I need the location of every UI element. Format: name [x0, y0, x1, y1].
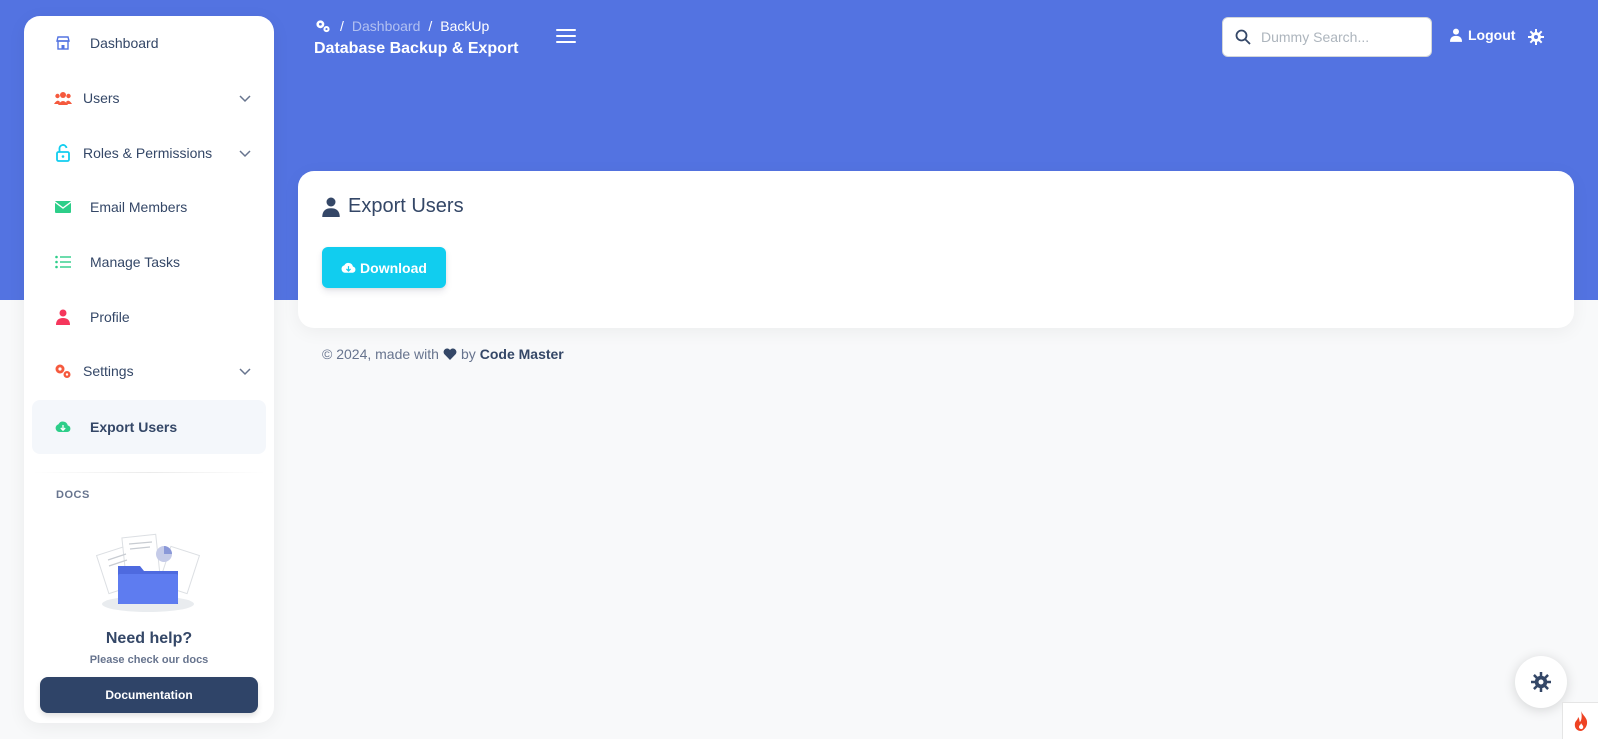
sidebar-item-export-users[interactable]: Export Users: [32, 400, 266, 454]
cogs-icon: [54, 362, 72, 380]
sidebar-item-label: Email Members: [90, 199, 188, 215]
sidebar-item-email-members[interactable]: Email Members: [32, 180, 266, 234]
export-users-card: Export Users Download: [298, 171, 1574, 328]
help-subtitle: Please check our docs: [89, 654, 209, 666]
search-icon: [1235, 29, 1251, 45]
help-title: Need help?: [105, 630, 193, 647]
breadcrumb-separator: /: [340, 18, 344, 34]
configurator-button[interactable]: [1515, 656, 1567, 708]
sidebar-item-profile[interactable]: Profile: [32, 290, 266, 344]
download-button-label: Download: [360, 259, 427, 276]
sidebar-item-label: Manage Tasks: [90, 254, 181, 270]
gear-icon[interactable]: [1528, 29, 1544, 45]
cloud-download-icon: [341, 262, 356, 273]
footer: © 2024, made with by Code Master: [322, 346, 564, 362]
user-icon: [1450, 28, 1462, 42]
sidebar-item-settings[interactable]: Settings: [32, 344, 266, 398]
footer-by: by: [460, 346, 476, 362]
hamburger-menu-icon[interactable]: [556, 29, 576, 45]
breadcrumb-current: BackUp: [440, 18, 490, 34]
sidebar-divider: [32, 472, 266, 473]
heart-icon: [443, 348, 457, 360]
sidebar-item-label: Roles & Permissions: [83, 145, 213, 161]
card-title: Export Users: [322, 195, 464, 218]
sidebar-item-users[interactable]: Users: [32, 71, 266, 125]
sidebar-item-label: Settings: [83, 363, 134, 379]
download-button[interactable]: Download: [322, 247, 446, 288]
breadcrumb-separator: /: [428, 18, 433, 34]
footer-author-link[interactable]: Code Master: [480, 346, 564, 362]
chevron-down-icon: [239, 368, 251, 376]
shop-icon: [54, 34, 72, 52]
sidebar-item-label: Dashboard: [90, 35, 159, 51]
codeigniter-flame-icon[interactable]: [1562, 702, 1598, 739]
card-title-text: Export Users: [348, 195, 464, 217]
documentation-button[interactable]: Documentation: [40, 677, 258, 713]
unlock-icon: [54, 144, 72, 162]
cogs-icon: [316, 20, 330, 33]
search-input[interactable]: [1261, 29, 1421, 45]
folder-documents-illustration: [95, 533, 201, 612]
docs-heading: DOCS: [56, 489, 90, 501]
logout-link[interactable]: Logout: [1450, 27, 1515, 43]
logout-label: Logout: [1468, 27, 1516, 43]
chevron-down-icon: [239, 150, 251, 158]
user-icon: [322, 197, 340, 217]
sidebar-item-label: Users: [83, 90, 120, 106]
chevron-down-icon: [239, 95, 251, 103]
user-icon: [54, 308, 72, 326]
sidebar-item-label: Export Users: [90, 419, 178, 435]
gear-icon: [1531, 672, 1551, 692]
users-icon: [54, 89, 72, 107]
envelope-icon: [54, 198, 72, 216]
search-box: [1222, 17, 1432, 57]
sidebar: Dashboard Users Roles & Permissions Emai…: [24, 16, 274, 723]
footer-copyright: © 2024, made with: [322, 346, 439, 362]
cloud-download-icon: [54, 418, 72, 436]
sidebar-item-manage-tasks[interactable]: Manage Tasks: [32, 235, 266, 289]
sidebar-item-label: Profile: [90, 309, 130, 325]
breadcrumb-dashboard-link[interactable]: Dashboard: [352, 18, 421, 34]
sidebar-item-roles-permissions[interactable]: Roles & Permissions: [32, 126, 266, 180]
list-icon: [54, 253, 72, 271]
breadcrumb: / Dashboard / BackUp: [314, 18, 489, 34]
sidebar-item-dashboard[interactable]: Dashboard: [32, 16, 266, 70]
page-title: Database Backup & Export: [314, 40, 519, 57]
